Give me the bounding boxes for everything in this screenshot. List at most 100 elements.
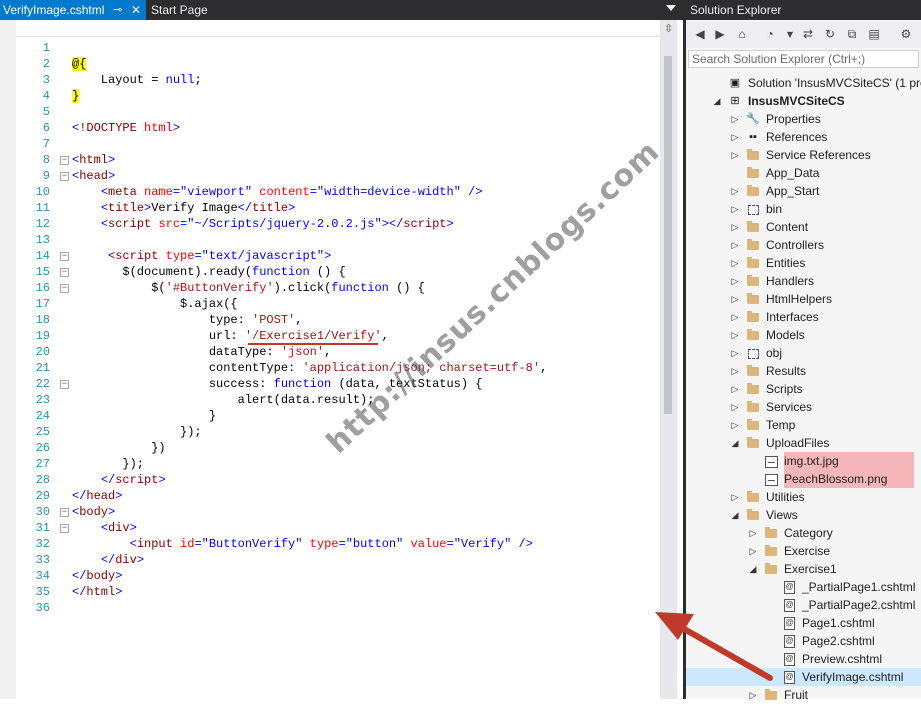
tree-item[interactable]: ▷ HtmlHelpers [686, 290, 921, 308]
back-icon[interactable]: ◀ [692, 26, 708, 42]
expand-icon[interactable]: ▷ [730, 110, 740, 128]
tree-item[interactable]: ◢ UploadFiles [686, 434, 921, 452]
expand-icon[interactable]: ▷ [748, 542, 758, 560]
pin-icon[interactable]: ⊸ [113, 0, 122, 20]
code-editor[interactable]: 1 2 @{3 Layout = null; 4} 5 6 <!DOCTYPE html> 7… [0, 20, 683, 699]
tree-item[interactable]: ▷ Scripts [686, 380, 921, 398]
search-input[interactable]: Search Solution Explorer (Ctrl+;) [688, 50, 919, 68]
tree-item[interactable]: ▣ Solution 'InsusMVCSiteCS' (1 project) [686, 74, 921, 92]
tree-item[interactable]: ▷ bin [686, 200, 921, 218]
tree-item[interactable]: Page2.cshtml [686, 632, 921, 650]
line-number: 9 [42, 169, 50, 183]
folder-icon [746, 382, 760, 396]
expand-icon[interactable]: ▷ [748, 686, 758, 704]
tree-item[interactable]: ▷ obj [686, 344, 921, 362]
fold-toggle-icon[interactable]: − [60, 252, 69, 261]
tree-item[interactable]: ▷ Exercise [686, 542, 921, 560]
tree-item[interactable]: _PartialPage2.cshtml [686, 596, 921, 614]
forward-icon[interactable]: ▶ [712, 26, 728, 42]
panel-title: Solution Explorer [686, 0, 921, 20]
scrollbar-thumb[interactable] [664, 56, 672, 414]
expand-icon[interactable]: ▷ [730, 290, 740, 308]
expanded-icon[interactable]: ◢ [712, 92, 722, 110]
expand-icon[interactable]: ▷ [730, 128, 740, 146]
tree-item[interactable]: Page1.cshtml [686, 614, 921, 632]
expand-icon[interactable]: ▷ [730, 272, 740, 290]
properties-icon[interactable]: ⚙ [898, 26, 914, 42]
tree-item[interactable]: ▷ Models [686, 326, 921, 344]
show-all-files-icon[interactable]: ▤ [866, 26, 882, 42]
expand-icon[interactable]: ▷ [730, 398, 740, 416]
expanded-icon[interactable]: ◢ [730, 434, 740, 452]
tree-item[interactable]: ▷ ▪▪ References [686, 128, 921, 146]
expand-icon[interactable]: ▷ [730, 146, 740, 164]
collapse-all-icon[interactable]: ⧉ [844, 26, 860, 42]
tree-item[interactable]: img.txt.jpg [686, 452, 921, 470]
split-window-icon[interactable]: ⇳ [664, 22, 673, 35]
tree-item[interactable]: App_Data [686, 164, 921, 182]
tree-item[interactable]: ▷ 🔧 Properties [686, 110, 921, 128]
expand-icon[interactable]: ▷ [748, 524, 758, 542]
tree-item[interactable]: ▷ Services [686, 398, 921, 416]
tree-item[interactable]: Preview.cshtml [686, 650, 921, 668]
expand-icon[interactable]: ▷ [730, 416, 740, 434]
tree-item[interactable]: ▷ Controllers [686, 236, 921, 254]
expand-icon[interactable]: ▷ [730, 380, 740, 398]
expand-icon[interactable]: ▷ [730, 254, 740, 272]
line-number: 17 [35, 297, 50, 311]
tree-item[interactable]: _PartialPage1.cshtml [686, 578, 921, 596]
tree-item[interactable]: ◢ ⊞ InsusMVCSiteCS [686, 92, 921, 110]
tree-item[interactable]: ▷ Fruit [686, 686, 921, 704]
fold-toggle-icon[interactable]: − [60, 380, 69, 389]
refresh-icon[interactable]: ↻ [822, 26, 838, 42]
expanded-icon[interactable]: ◢ [748, 560, 758, 578]
tree-item[interactable]: ▷ Service References [686, 146, 921, 164]
tree-item[interactable]: ▷ Temp [686, 416, 921, 434]
tree-item[interactable]: ▷ Category [686, 524, 921, 542]
code-text: <title>Verify Image</title> [100, 201, 296, 215]
editor-scrollbar[interactable]: ⇳ [660, 20, 677, 699]
tree-item[interactable]: PeachBlossom.png [686, 470, 921, 488]
tab-start-page[interactable]: Start Page [148, 0, 258, 20]
fold-toggle-icon[interactable]: − [60, 508, 69, 517]
sync-icon[interactable]: ⇄ [800, 26, 816, 42]
code-text: </head> [72, 489, 123, 503]
fold-toggle-icon[interactable]: − [60, 268, 69, 277]
tree-item[interactable]: ◢ Views [686, 506, 921, 524]
tree-item[interactable]: ▷ Content [686, 218, 921, 236]
fold-toggle-icon[interactable]: − [60, 172, 69, 181]
home-icon[interactable]: ⌂ [734, 26, 750, 42]
close-icon[interactable]: ✕ [131, 0, 141, 20]
expand-icon[interactable]: ▷ [730, 488, 740, 506]
tab-dropdown-icon[interactable] [666, 5, 676, 11]
code-text: dataType: 'json', [72, 345, 332, 359]
fold-toggle-icon[interactable]: − [60, 284, 69, 293]
tree-item-label: App_Data [766, 166, 820, 180]
dropdown-icon[interactable]: ▾ [782, 26, 798, 42]
line-number: 13 [35, 233, 50, 247]
expand-icon[interactable]: ▷ [730, 344, 740, 362]
expanded-icon[interactable]: ◢ [730, 506, 740, 524]
tree-item[interactable]: ▷ Entities [686, 254, 921, 272]
expand-icon[interactable]: ▷ [730, 182, 740, 200]
tree-item[interactable]: VerifyImage.cshtml [686, 668, 921, 686]
tree-item[interactable]: ▷ Results [686, 362, 921, 380]
expand-icon[interactable]: ▷ [730, 236, 740, 254]
tree-item[interactable]: ◢ Exercise1 [686, 560, 921, 578]
tree-item[interactable]: ▷ Handlers [686, 272, 921, 290]
tree-item-label: References [766, 130, 828, 144]
pending-changes-icon[interactable]: ◔ [762, 26, 778, 42]
tree-item[interactable]: ▷ Interfaces [686, 308, 921, 326]
tree-item[interactable]: ▷ App_Start [686, 182, 921, 200]
expand-icon[interactable]: ▷ [730, 218, 740, 236]
tree-item-label: Category [784, 526, 833, 540]
expand-icon[interactable]: ▷ [730, 308, 740, 326]
tab-verifyimage[interactable]: VerifyImage.cshtml ⊸ ✕ [0, 0, 146, 20]
tree-item[interactable]: ▷ Utilities [686, 488, 921, 506]
fold-toggle-icon[interactable]: − [60, 524, 69, 533]
expand-icon[interactable]: ▷ [730, 200, 740, 218]
line-number: 23 [35, 393, 50, 407]
fold-toggle-icon[interactable]: − [60, 156, 69, 165]
expand-icon[interactable]: ▷ [730, 362, 740, 380]
expand-icon[interactable]: ▷ [730, 326, 740, 344]
